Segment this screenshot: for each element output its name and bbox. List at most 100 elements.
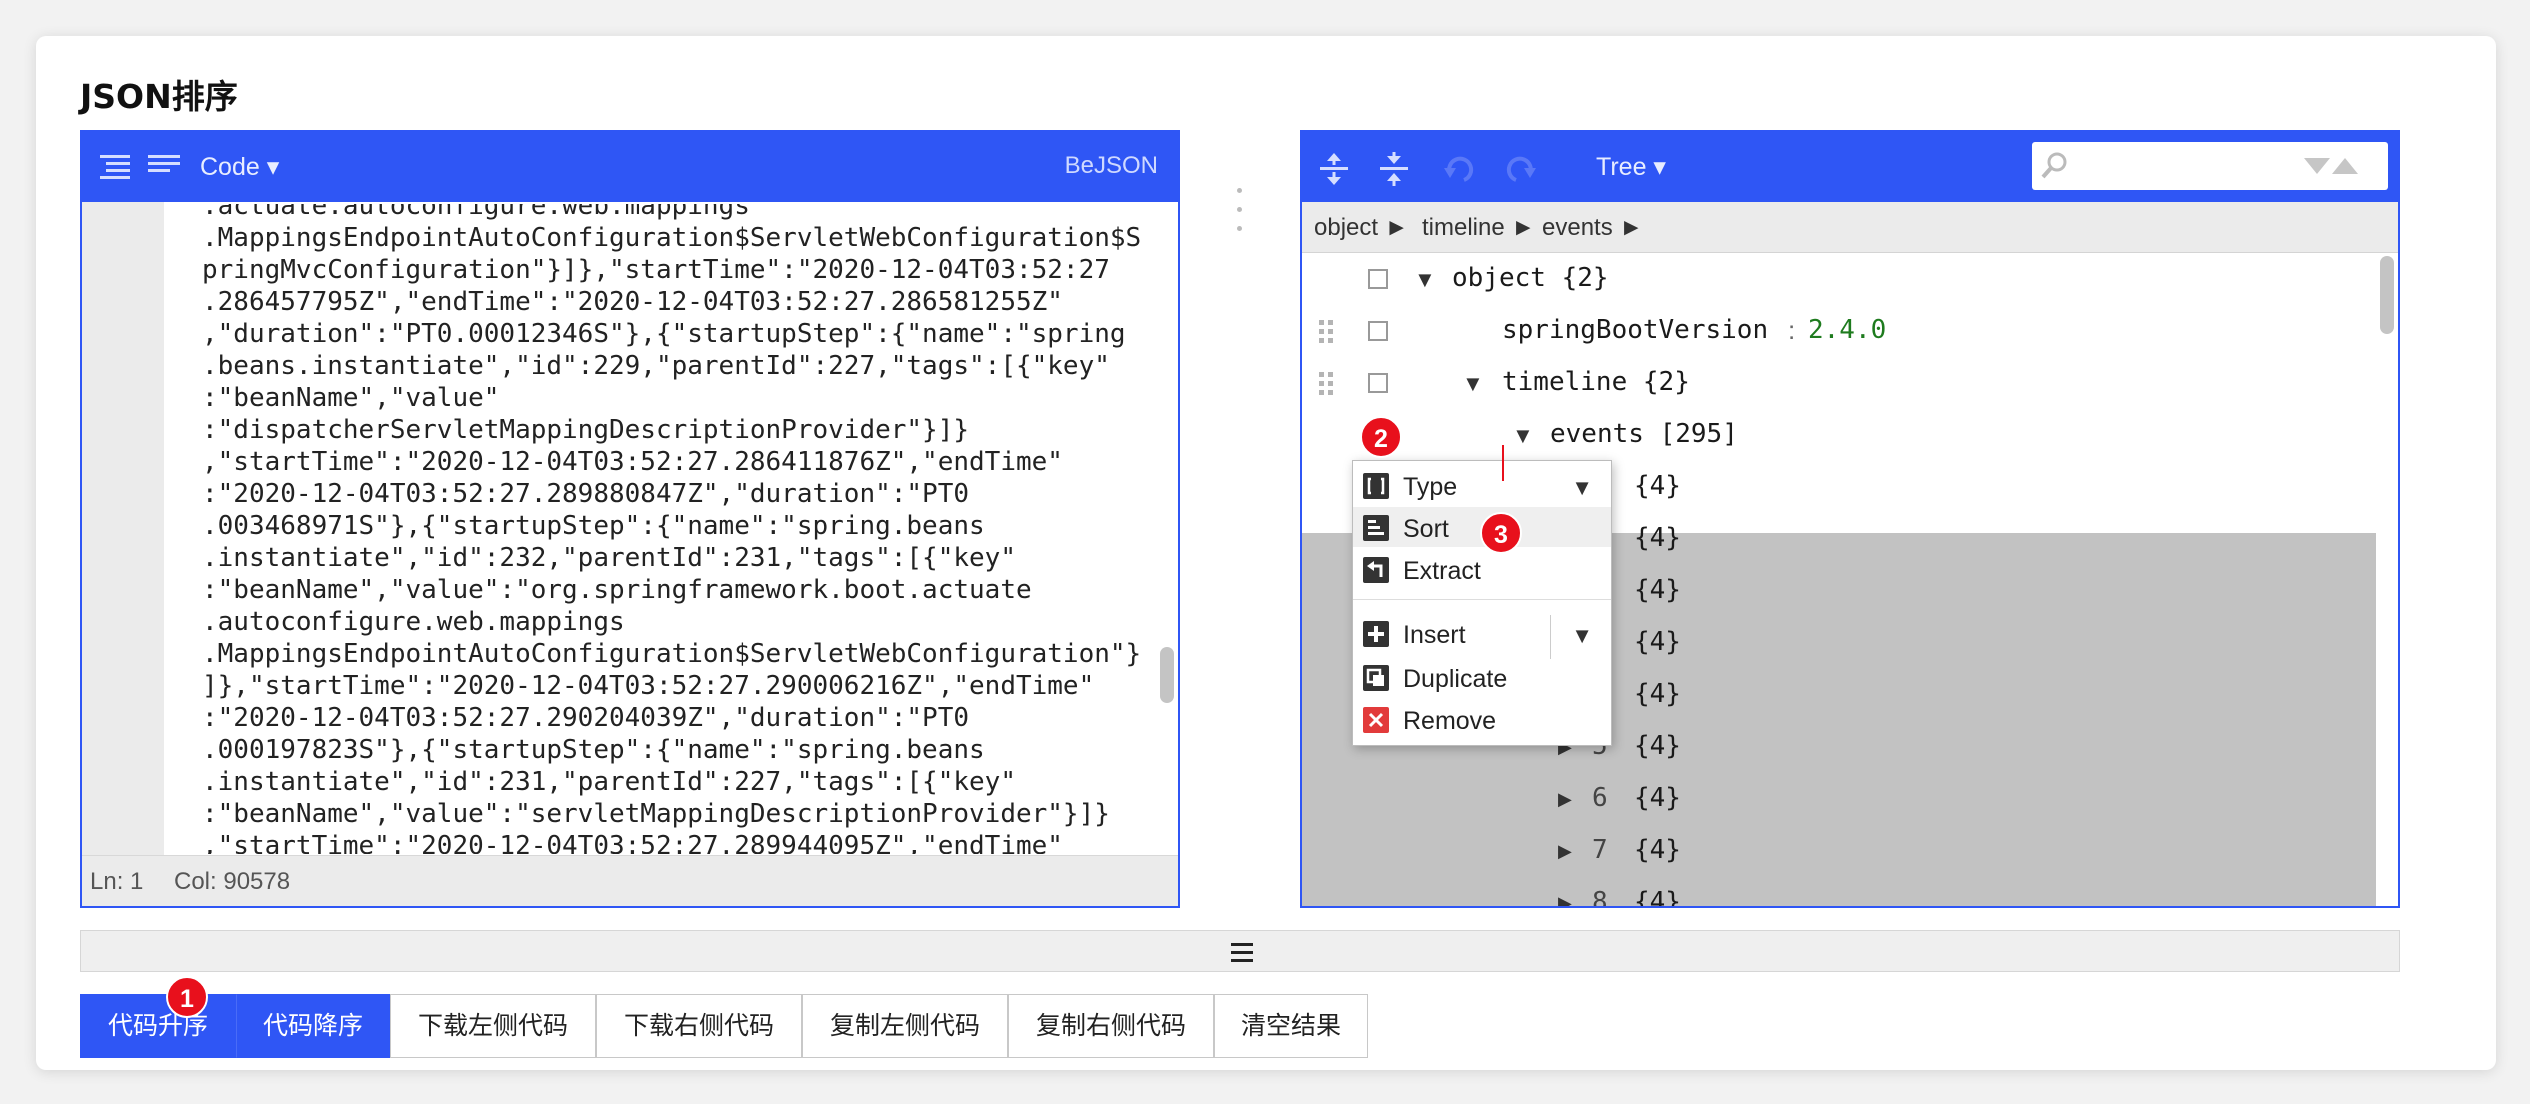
node-colon: : (1788, 315, 1796, 345)
code-scrollbar-thumb[interactable] (1160, 647, 1174, 703)
code-line: .286457795Z","endTime":"2020-12-04T03:52… (202, 287, 1063, 317)
code-line: :"beanName","value":"org.springframework… (202, 575, 1032, 605)
panel-resize-bar[interactable] (80, 930, 2400, 972)
download-left-code-button[interactable]: 下载左侧代码 (390, 994, 596, 1058)
code-line: :"dispatcherServletMappingDescriptionPro… (202, 415, 970, 445)
code-line: :"beanName","value":"servletMappingDescr… (202, 799, 1110, 829)
node-context-menu: Type ▼ Sort Extract Insert ▼ Duplicate R… (1352, 460, 1612, 746)
status-column: Col: 90578 (174, 868, 291, 895)
sort-ascending-button[interactable]: 代码升序 (80, 994, 236, 1058)
drag-handle-icon[interactable] (1318, 319, 1334, 345)
menu-item-type[interactable]: Type ▼ (1353, 465, 1611, 505)
tree-node-springbootversion[interactable]: springBootVersion : 2.4.0 (1302, 305, 2376, 357)
menu-item-label: Duplicate (1403, 665, 1508, 693)
node-count: {4} (1634, 471, 1681, 501)
node-count: {4} (1634, 835, 1681, 865)
tree-toolbar: Tree ▾ (1302, 132, 2398, 202)
menu-item-insert[interactable]: Insert ▼ (1353, 613, 1611, 659)
insert-plus-icon (1363, 621, 1389, 647)
undo-icon[interactable] (1442, 152, 1478, 182)
compact-icon[interactable] (146, 152, 182, 182)
menu-item-label: Extract (1403, 557, 1481, 585)
drag-lines-icon (1231, 943, 1253, 967)
sort-icon (1363, 515, 1389, 541)
node-count: {4} (1634, 575, 1681, 605)
expand-all-icon[interactable] (1316, 152, 1352, 185)
menu-item-remove[interactable]: Remove (1353, 699, 1611, 739)
status-line: Ln: 1 (90, 868, 144, 895)
tree-node-object[interactable]: ▼ object {2} (1302, 253, 2376, 305)
pane-splitter-handle[interactable] (1236, 188, 1244, 236)
expand-triangle-icon[interactable]: ▼ (1512, 423, 1534, 449)
sort-descending-button[interactable]: 代码降序 (236, 994, 390, 1058)
page-title: JSON排序 (80, 77, 238, 116)
code-line: .MappingsEndpointAutoConfiguration$Servl… (202, 639, 1142, 669)
duplicate-icon (1363, 665, 1389, 691)
code-line: :"2020-12-04T03:52:27.289880847Z","durat… (202, 479, 970, 509)
drag-handle-icon[interactable] (1318, 371, 1334, 397)
line-number-gutter (82, 202, 164, 856)
code-line: .000197823S"},{"startupStep":{"name":"sp… (202, 735, 985, 765)
node-key: object {2} (1452, 263, 1609, 293)
code-line: .actuate.autoconfigure.web.mappings (202, 204, 750, 221)
extract-icon (1363, 557, 1389, 583)
clear-result-button[interactable]: 清空结果 (1214, 994, 1368, 1058)
tree-breadcrumb: object ► timeline ► events ► (1302, 202, 2398, 253)
code-line: .003468971S"},{"startupStep":{"name":"sp… (202, 511, 985, 541)
node-select-checkbox[interactable] (1368, 321, 1388, 341)
bejson-brand-link[interactable]: BeJSON (1065, 152, 1158, 180)
breadcrumb-object[interactable]: object ► (1314, 214, 1408, 242)
remove-x-icon (1363, 707, 1389, 733)
menu-divider (1353, 599, 1611, 600)
node-select-checkbox[interactable] (1368, 269, 1388, 289)
expand-triangle-icon[interactable]: ▼ (1414, 267, 1436, 293)
download-right-code-button[interactable]: 下载右侧代码 (596, 994, 802, 1058)
node-key: timeline {2} (1502, 367, 1690, 397)
node-count: {4} (1634, 627, 1681, 657)
node-count: {4} (1634, 887, 1681, 908)
copy-left-code-button[interactable]: 复制左侧代码 (802, 994, 1008, 1058)
code-line: :"beanName","value" (202, 383, 500, 413)
step-badge-3: 3 (1480, 512, 1522, 554)
redo-icon[interactable] (1502, 152, 1538, 182)
node-count: {4} (1634, 523, 1681, 553)
search-next-icon[interactable] (2304, 156, 2330, 181)
step-badge-2: 2 (1360, 416, 1402, 458)
tree-node-item-8[interactable]: ▶ 8 {4} (1302, 877, 2376, 908)
tree-mode-dropdown[interactable]: Tree ▾ (1596, 152, 1666, 182)
menu-item-label: Insert (1403, 621, 1466, 649)
tree-node-events[interactable]: ▼ events [295] (1302, 409, 2376, 461)
tree-node-item-6[interactable]: ▶ 6 {4} (1302, 773, 2376, 825)
code-text-area[interactable]: .actuate.autoconfigure.web.mappings .Mapp… (202, 204, 1156, 854)
format-icon[interactable] (98, 152, 134, 182)
tree-scrollbar-thumb[interactable] (2380, 256, 2394, 334)
expand-triangle-icon[interactable]: ▼ (1462, 371, 1484, 397)
node-count: {4} (1634, 679, 1681, 709)
code-line: ]},"startTime":"2020-12-04T03:52:27.2900… (202, 671, 1095, 701)
breadcrumb-events[interactable]: events ► (1542, 214, 1643, 242)
tree-search-input[interactable] (2032, 142, 2388, 190)
code-line: ,"startTime":"2020-12-04T03:52:27.289944… (202, 831, 1063, 854)
insert-submenu-arrow-icon[interactable]: ▼ (1571, 623, 1593, 649)
code-mode-dropdown[interactable]: Code ▾ (200, 152, 279, 182)
node-select-checkbox[interactable] (1368, 373, 1388, 393)
node-index: 7 (1592, 835, 1608, 865)
collapsed-triangle-icon[interactable]: ▶ (1558, 789, 1572, 810)
node-key: events [295] (1550, 419, 1738, 449)
collapsed-triangle-icon[interactable]: ▶ (1558, 893, 1572, 906)
node-value[interactable]: 2.4.0 (1808, 315, 1886, 345)
menu-item-extract[interactable]: Extract (1353, 549, 1611, 589)
collapsed-triangle-icon[interactable]: ▶ (1558, 841, 1572, 862)
node-index: 6 (1592, 783, 1608, 813)
menu-item-duplicate[interactable]: Duplicate (1353, 657, 1611, 697)
code-line: .MappingsEndpointAutoConfiguration$Servl… (202, 223, 1142, 253)
tree-node-item-7[interactable]: ▶ 7 {4} (1302, 825, 2376, 877)
search-previous-icon[interactable] (2332, 156, 2358, 181)
copy-right-code-button[interactable]: 复制右侧代码 (1008, 994, 1214, 1058)
type-submenu-arrow-icon[interactable]: ▼ (1571, 475, 1593, 501)
step-badge-1: 1 (166, 976, 208, 1018)
tree-node-timeline[interactable]: ▼ timeline {2} (1302, 357, 2376, 409)
menu-item-label: Remove (1403, 707, 1497, 735)
collapse-all-icon[interactable] (1376, 152, 1412, 186)
breadcrumb-timeline[interactable]: timeline ► (1422, 214, 1535, 242)
